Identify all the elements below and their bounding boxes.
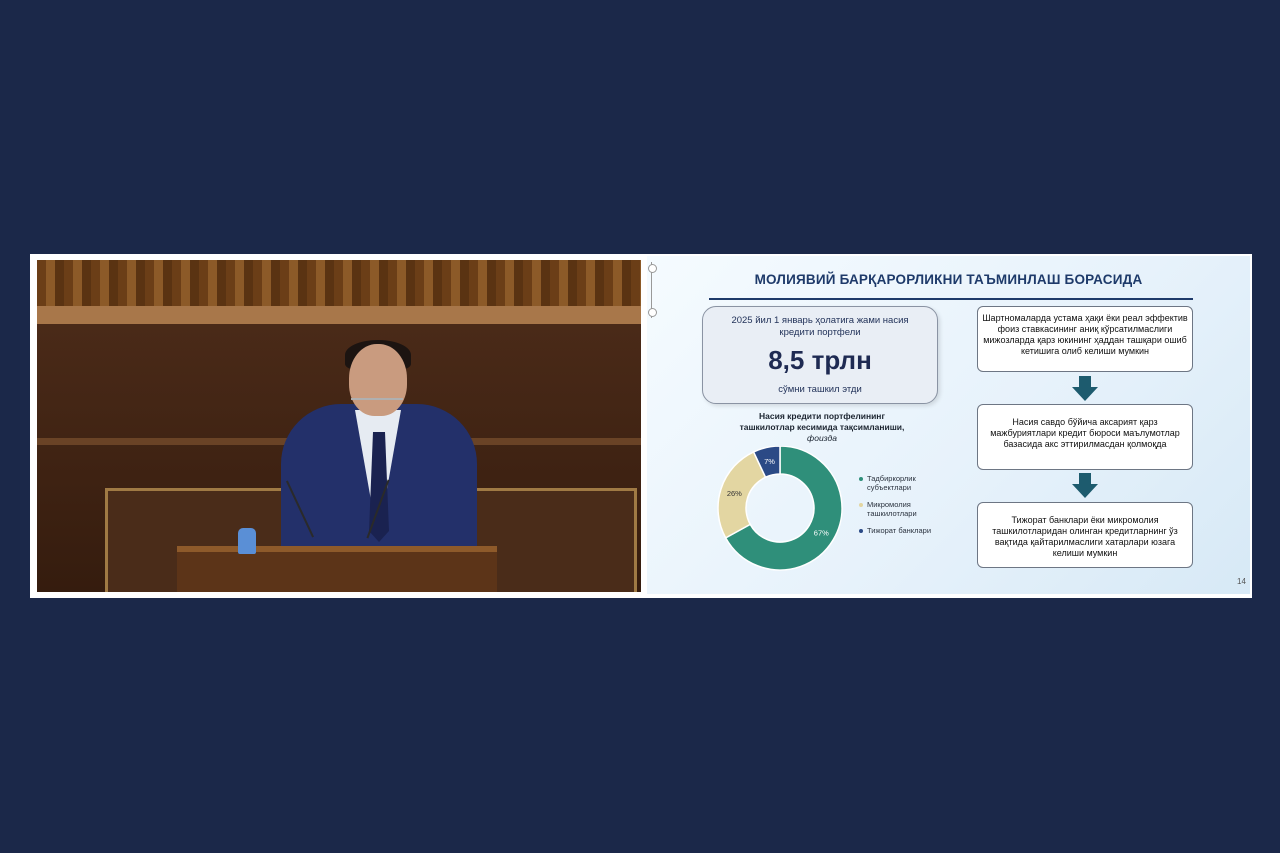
legend-swatch — [859, 477, 863, 481]
presentation-slide: МОЛИЯВИЙ БАРҚАРОРЛИКНИ ТАЪМИНЛАШ БОРАСИД… — [647, 256, 1250, 594]
donut-label-2: 26% — [727, 489, 742, 498]
legend-item: Тижорат банклари — [859, 526, 949, 535]
down-arrow-icon — [1072, 376, 1098, 401]
ornamental-frieze — [37, 260, 641, 306]
risk-box-1: Шартномаларда устама ҳақи ёки реал эффек… — [977, 306, 1193, 372]
legend-swatch — [859, 529, 863, 533]
slider-dot-bottom[interactable] — [648, 308, 657, 317]
kpi-footer: сўмни ташкил этди — [778, 384, 862, 395]
down-arrow-icon — [1072, 473, 1098, 498]
risk-box-2: Насия савдо бўйича аксарият қарз мажбури… — [977, 404, 1193, 470]
video-feed — [37, 260, 641, 592]
podium — [177, 546, 497, 592]
chart-title: Насия кредити портфелининг ташкилотлар к… — [712, 411, 932, 444]
kpi-caption-line2: кредити портфели — [779, 327, 861, 338]
chart-title-line2: ташкилотлар кесимида тақсимланиши, — [739, 422, 905, 432]
legend-swatch — [859, 503, 863, 507]
speaker-glasses — [351, 398, 403, 408]
donut-label-3: 7% — [764, 457, 775, 466]
chart-subtitle: фоизда — [807, 433, 837, 443]
legend-label: Тижорат банклари — [867, 526, 932, 535]
slide-title: МОЛИЯВИЙ БАРҚАРОРЛИКНИ ТАЪМИНЛАШ БОРАСИД… — [754, 272, 1143, 287]
legend-item: Тадбиркорлик субъектлари — [859, 474, 949, 492]
video-slider-icon[interactable] — [648, 262, 662, 318]
legend-item: Микромолия ташкилотлари — [859, 500, 949, 518]
title-underline — [709, 298, 1193, 300]
page-number: 14 — [1237, 577, 1246, 586]
kpi-caption: 2025 йил 1 январь ҳолатига жами насия кр… — [703, 315, 937, 339]
donut-chart: 67% 26% 7% — [717, 446, 843, 571]
legend-label: Микромолия ташкилотлари — [867, 500, 917, 518]
chart-legend: Тадбиркорлик субъектлари Микромолия ташки… — [859, 474, 949, 543]
chart-title-line1: Насия кредити портфелининг — [759, 411, 885, 421]
risk-box-3: Тижорат банклари ёки микромолия ташкилот… — [977, 502, 1193, 568]
kpi-caption-line1: 2025 йил 1 январь ҳолатига жами насия — [731, 315, 909, 326]
legend-label: Тадбиркорлик субъектлари — [867, 474, 916, 492]
kpi-box: 2025 йил 1 январь ҳолатига жами насия кр… — [702, 306, 938, 404]
donut-label-1: 67% — [814, 528, 829, 537]
kpi-value: 8,5 трлн — [768, 345, 872, 375]
water-bottle — [238, 528, 256, 554]
frieze-band — [37, 306, 641, 324]
